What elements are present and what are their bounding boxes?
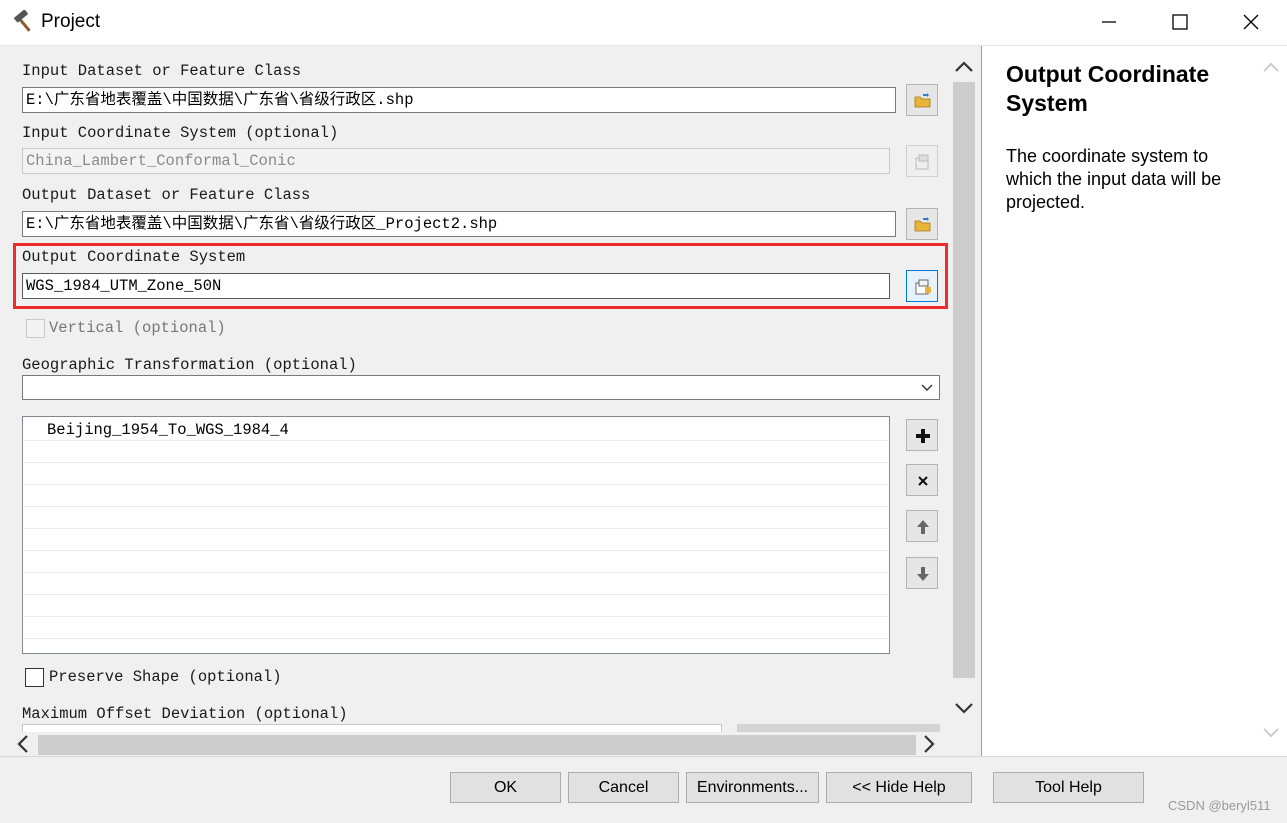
vertical-label: Vertical (optional) [49,319,226,337]
cancel-button[interactable]: Cancel [568,772,679,803]
output-dataset-field[interactable]: E:\广东省地表覆盖\中国数据\广东省\省级行政区_Project2.shp [22,211,896,237]
hammer-icon [12,9,36,34]
input-coord-label: Input Coordinate System (optional) [22,124,339,142]
list-row-empty [24,528,888,551]
move-up-button[interactable] [906,510,938,542]
add-icon [916,429,930,443]
properties-icon [915,279,931,295]
list-row-empty [24,440,888,463]
open-folder-icon [914,217,931,232]
open-folder-icon [914,93,931,108]
help-scroll-down-icon[interactable] [1262,726,1280,740]
hide-help-button[interactable]: << Hide Help [826,772,972,803]
close-button[interactable] [1228,0,1274,45]
list-row-empty [24,572,888,595]
scroll-left-icon[interactable] [14,734,32,754]
maximize-icon [1172,14,1188,30]
list-row-empty [24,594,888,617]
move-up-icon [917,520,929,534]
scroll-down-icon[interactable] [953,700,975,718]
output-coord-field[interactable]: WGS_1984_UTM_Zone_50N [22,273,890,299]
minimize-icon [1102,21,1116,23]
input-dataset-browse-button[interactable] [906,84,938,116]
maximize-button[interactable] [1157,0,1203,45]
geo-transform-dropdown[interactable] [22,375,940,400]
input-coord-field: China_Lambert_Conformal_Conic [22,148,890,174]
max-offset-field[interactable] [22,724,722,732]
environments-button[interactable]: Environments... [686,772,819,803]
scroll-up-icon[interactable] [953,57,975,75]
watermark: CSDN @beryl511 [1168,798,1271,813]
window-title: Project [41,11,101,32]
preserve-shape-label: Preserve Shape (optional) [49,668,282,686]
list-row-empty [24,550,888,573]
minimize-button[interactable] [1086,0,1132,45]
vertical-checkbox [26,319,45,338]
chevron-down-icon [921,384,933,391]
output-coord-properties-button[interactable] [906,270,938,302]
help-scroll-up-icon[interactable] [1262,60,1280,74]
move-down-button[interactable] [906,557,938,589]
ok-button[interactable]: OK [450,772,561,803]
output-dataset-label: Output Dataset or Feature Class [22,186,311,204]
tool-help-button[interactable]: Tool Help [993,772,1144,803]
input-dataset-label: Input Dataset or Feature Class [22,62,302,80]
move-down-icon [917,567,929,581]
preserve-shape-checkbox[interactable] [25,668,44,687]
geo-transform-label: Geographic Transformation (optional) [22,356,357,374]
close-icon [1243,14,1259,30]
list-item-label: Beijing_1954_To_WGS_1984_4 [47,421,289,439]
vertical-scroll-thumb[interactable] [953,82,975,678]
list-row-empty [24,506,888,529]
input-dataset-field[interactable]: E:\广东省地表覆盖\中国数据\广东省\省级行政区.shp [22,87,896,113]
scroll-right-icon[interactable] [920,734,938,754]
geo-transform-list[interactable]: Beijing_1954_To_WGS_1984_4 [22,416,890,654]
remove-transform-button[interactable] [906,464,938,496]
list-row-empty [24,484,888,507]
output-coord-label: Output Coordinate System [22,248,246,266]
help-body: The coordinate system to which the input… [1006,146,1222,212]
max-offset-unit-dropdown[interactable] [737,724,940,732]
horizontal-scroll-thumb[interactable] [38,735,916,755]
remove-icon [918,476,928,486]
help-title: Output Coordinate System [1006,61,1210,116]
max-offset-label: Maximum Offset Deviation (optional) [22,705,348,723]
input-coord-properties-button [906,145,938,177]
title-bar: Project [0,0,1287,46]
list-item[interactable]: Beijing_1954_To_WGS_1984_4 [24,418,888,441]
properties-icon [915,154,929,170]
output-dataset-browse-button[interactable] [906,208,938,240]
list-row-empty [24,616,888,639]
add-transform-button[interactable] [906,419,938,451]
list-row-empty [24,462,888,485]
